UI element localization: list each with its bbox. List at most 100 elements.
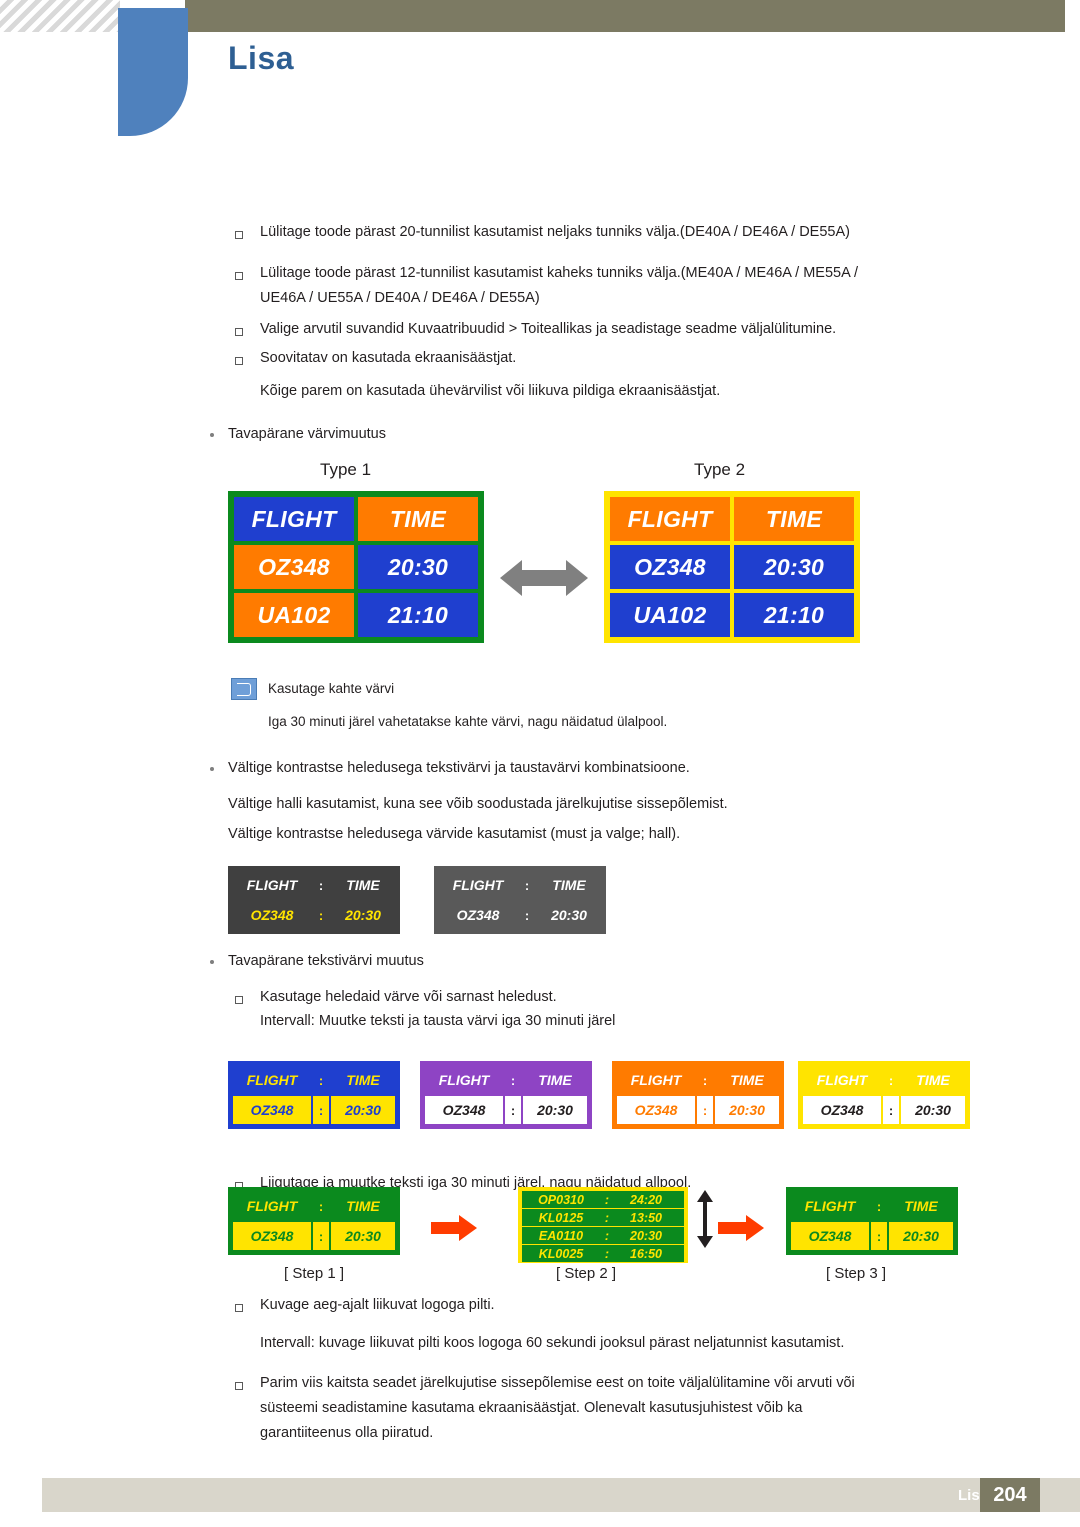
scroll-row-2: KL0125 : 13:50: [522, 1209, 684, 1226]
board2-flight: FLIGHT: [610, 497, 730, 541]
board1-flight: FLIGHT: [234, 497, 354, 541]
vb3-colon2: :: [697, 1096, 713, 1124]
sb-grey2-oz: OZ348: [456, 907, 500, 923]
type-1-label: Type 1: [320, 460, 372, 479]
sr2-b: :: [604, 1210, 610, 1225]
scroll-row-1: OP0310 : 24:20: [522, 1191, 684, 1208]
sr1-b: :: [604, 1192, 610, 1207]
bullet-square-4: [235, 357, 243, 365]
sb-grey2-time: TIME: [552, 877, 586, 893]
sr1-a: OP0310: [538, 1192, 584, 1207]
vb3-2030: 20:30: [715, 1096, 779, 1124]
avoid-line-1: Vältige kontrastse heledusega tekstivärv…: [228, 760, 690, 776]
step3-board: FLIGHT : TIME OZ348 : 20:30: [786, 1187, 958, 1255]
small-board-grey2: FLIGHT : TIME OZ348 : 20:30: [434, 866, 606, 934]
sb-grey-time: TIME: [346, 877, 380, 893]
sr3-a: EA0110: [538, 1228, 584, 1243]
bullet-square-5: [235, 996, 243, 1004]
flight-board-type1: FLIGHT TIME OZ348 20:30 UA102 21:10: [228, 491, 484, 643]
flight-board-type2: FLIGHT TIME OZ348 20:30 UA102 21:10: [604, 491, 860, 643]
step-1-label: [ Step 1 ]: [284, 1265, 345, 1282]
step-arrow-1-icon: [431, 1215, 477, 1241]
bullet-square-2: [235, 272, 243, 280]
note-subtext: Iga 30 minuti järel vahetatakse kahte vä…: [268, 714, 668, 729]
sub-bullet-1: Kasutage heledaid värve või sarnast hele…: [260, 989, 557, 1005]
section-1-label: Tavapärane värvimuutus: [228, 426, 386, 442]
s3-colon2: :: [871, 1222, 887, 1250]
note-icon: [231, 678, 257, 700]
variant-board-4: FLIGHT : TIME OZ348 : 20:30: [798, 1061, 970, 1129]
s1-colon2: :: [313, 1222, 329, 1250]
board1-time: TIME: [358, 497, 478, 541]
s1-time: TIME: [346, 1198, 380, 1214]
section-2-label: Tavapärane tekstivärvi muutus: [228, 953, 424, 969]
vb1-colon1: :: [318, 1072, 324, 1088]
type-2-label: Type 2: [694, 460, 746, 479]
board1-ua-time: 21:10: [358, 593, 478, 637]
vb2-colon2: :: [505, 1096, 521, 1124]
body-bullet-4: Soovitatav on kasutada ekraanisäästjat.: [260, 350, 517, 366]
board2-ua-time: 21:10: [734, 593, 854, 637]
vb3-time: TIME: [730, 1072, 764, 1088]
step1-board: FLIGHT : TIME OZ348 : 20:30: [228, 1187, 400, 1255]
scroll-updown-icon: [696, 1190, 714, 1248]
step-arrow-2-icon: [718, 1215, 764, 1241]
page-title: Lisa: [228, 40, 295, 76]
variant-board-1: FLIGHT : TIME OZ348 : 20:30: [228, 1061, 400, 1129]
vb2-time: TIME: [538, 1072, 572, 1088]
step-2-label: [ Step 2 ]: [556, 1265, 617, 1282]
sub-bullet-4-line2: süsteemi seadistamine kasutama ekraanisä…: [260, 1400, 803, 1416]
header-hatch-decoration: [0, 0, 120, 32]
board1-oz: OZ348: [234, 545, 354, 589]
sb-grey-oz: OZ348: [250, 907, 294, 923]
step2-board: OP0310 : 24:20 KL0125 : 13:50 EA0110 : 2…: [518, 1187, 688, 1263]
exchange-arrow-icon: [500, 556, 588, 600]
sub-bullet-3-note: Intervall: kuvage liikuvat pilti koos lo…: [260, 1335, 845, 1351]
variant-board-2: FLIGHT : TIME OZ348 : 20:30: [420, 1061, 592, 1129]
header-olive-band: [185, 0, 1065, 32]
footer-page-number: 204: [980, 1478, 1040, 1512]
body-bullet-2-cont: UE46A / UE55A / DE40A / DE46A / DE55A): [260, 290, 540, 306]
vb1-2030: 20:30: [331, 1096, 395, 1124]
board2-time: TIME: [734, 497, 854, 541]
vb1-colon2: :: [313, 1096, 329, 1124]
vb4-oz: OZ348: [803, 1096, 881, 1124]
sr1-c: 24:20: [630, 1192, 662, 1207]
board1-oz-time: 20:30: [358, 545, 478, 589]
vb1-flight: FLIGHT: [246, 1072, 298, 1088]
s3-flight: FLIGHT: [804, 1198, 856, 1214]
sr3-b: :: [604, 1228, 610, 1243]
vb1-time: TIME: [346, 1072, 380, 1088]
s3-time: TIME: [904, 1198, 938, 1214]
body-bullet-1: Lülitage toode pärast 20-tunnilist kasut…: [260, 224, 850, 240]
sr2-a: KL0125: [538, 1210, 584, 1225]
s1-colon1: :: [318, 1198, 324, 1214]
sb-grey2-colon2: :: [524, 907, 530, 923]
bullet-square-7: [235, 1304, 243, 1312]
board2-oz: OZ348: [610, 545, 730, 589]
footer-left-gap: [0, 1478, 42, 1512]
vb1-oz: OZ348: [233, 1096, 311, 1124]
sb-grey-2030: 20:30: [345, 907, 381, 923]
s1-2030: 20:30: [331, 1222, 395, 1250]
bullet-dot-1: [210, 433, 214, 437]
step-3-label: [ Step 3 ]: [826, 1265, 887, 1282]
body-bullet-3: Valige arvutil suvandid Kuvaatribuudid >…: [260, 321, 837, 337]
vb2-oz: OZ348: [425, 1096, 503, 1124]
sub-bullet-1-note: Intervall: Muutke teksti ja tausta värvi…: [260, 1013, 616, 1029]
variant-board-3: FLIGHT : TIME OZ348 : 20:30: [612, 1061, 784, 1129]
sr4-a: KL0025: [538, 1246, 584, 1261]
body-bullet-2: Lülitage toode pärast 12-tunnilist kasut…: [260, 265, 859, 281]
board2-oz-time: 20:30: [734, 545, 854, 589]
sr4-c: 16:50: [630, 1246, 662, 1261]
body-bullet-4-cont: Kõige parem on kasutada ühevärvilist või…: [260, 383, 721, 399]
bullet-square-3: [235, 328, 243, 336]
sub-bullet-4-line1: Parim viis kaitsta seadet järelkujutise …: [260, 1375, 855, 1391]
vb3-flight: FLIGHT: [630, 1072, 682, 1088]
vb2-flight: FLIGHT: [438, 1072, 490, 1088]
bullet-dot-2: [210, 767, 214, 771]
s3-colon1: :: [876, 1198, 882, 1214]
s1-oz: OZ348: [233, 1222, 311, 1250]
s1-flight: FLIGHT: [246, 1198, 298, 1214]
vb4-2030: 20:30: [901, 1096, 965, 1124]
